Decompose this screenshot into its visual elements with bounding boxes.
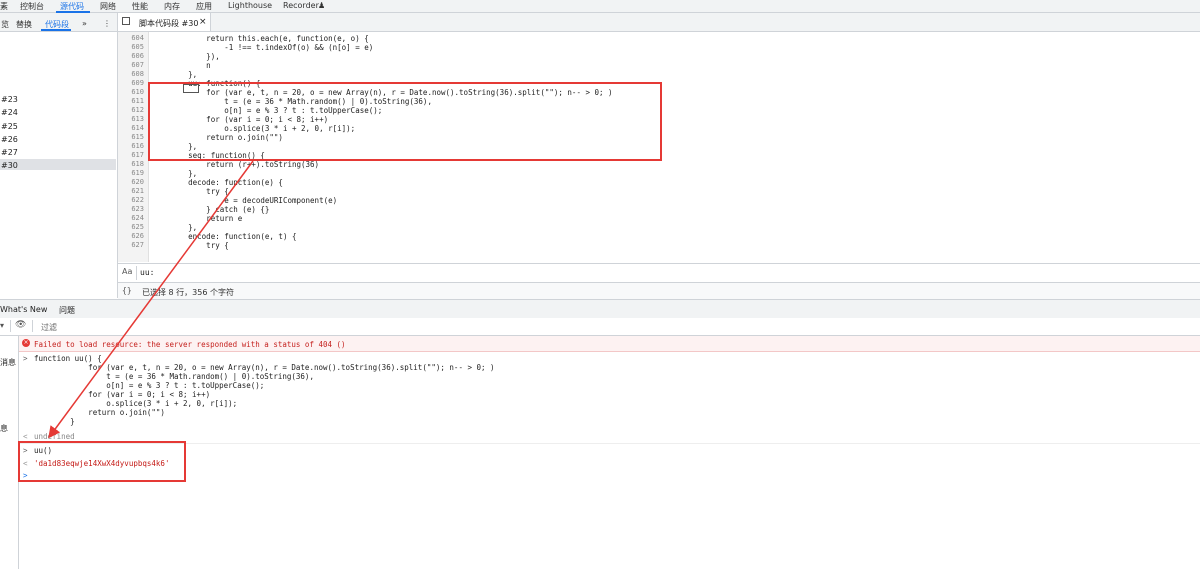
annotation-arrow [48, 160, 254, 439]
